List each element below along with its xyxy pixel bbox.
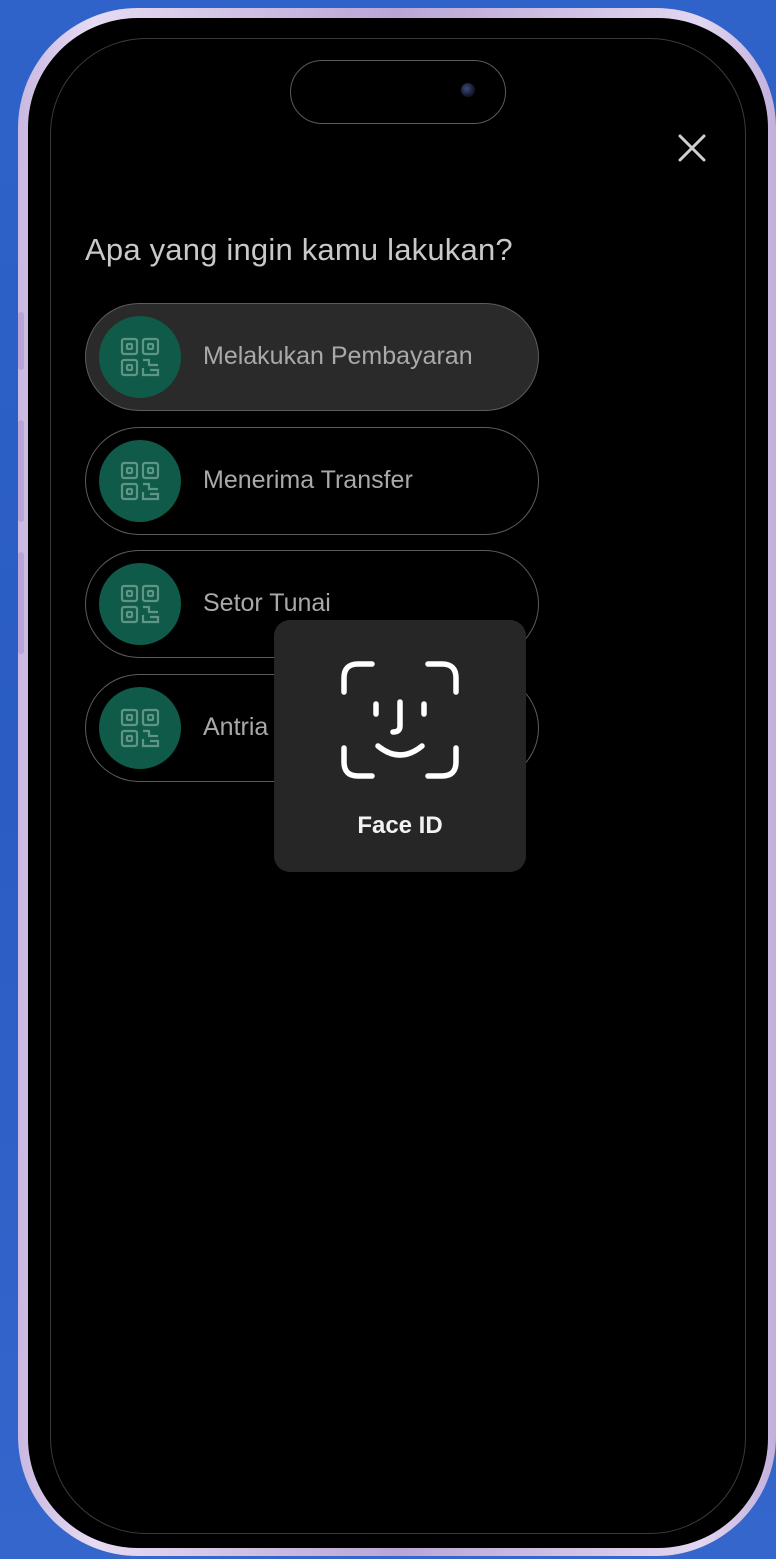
page-title: Apa yang ingin kamu lakukan? bbox=[85, 232, 513, 267]
face-id-label: Face ID bbox=[357, 812, 443, 839]
phone-screen: Apa yang ingin kamu lakukan? Melakukan P… bbox=[28, 18, 768, 1548]
face-id-overlay: Face ID bbox=[274, 620, 526, 872]
face-id-icon bbox=[341, 661, 459, 779]
volume-up-button bbox=[18, 420, 24, 522]
option-melakukan-pembayaran[interactable]: Melakukan Pembayaran bbox=[85, 303, 539, 411]
action-button bbox=[18, 312, 24, 370]
qr-code-icon bbox=[99, 440, 181, 522]
option-label: Menerima Transfer bbox=[203, 466, 413, 494]
close-button[interactable] bbox=[672, 128, 712, 168]
qr-code-icon bbox=[99, 563, 181, 645]
volume-down-button bbox=[18, 552, 24, 654]
option-label: Melakukan Pembayaran bbox=[203, 342, 473, 370]
option-label: Antria bbox=[203, 713, 269, 741]
qr-code-icon bbox=[99, 316, 181, 398]
option-menerima-transfer[interactable]: Menerima Transfer bbox=[85, 427, 539, 535]
front-camera-icon bbox=[461, 83, 475, 97]
qr-code-icon bbox=[99, 687, 181, 769]
dynamic-island bbox=[290, 60, 506, 124]
close-icon bbox=[678, 134, 706, 162]
